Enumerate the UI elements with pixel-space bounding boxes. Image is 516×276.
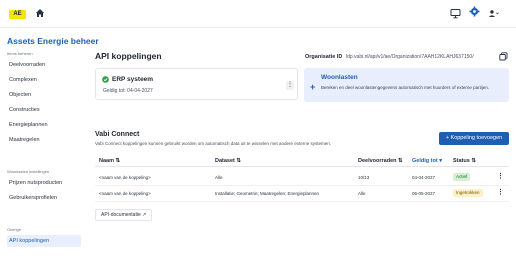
plus-icon: +: [310, 82, 316, 92]
column-header-geldig-tot[interactable]: Geldig tot ▾: [412, 158, 442, 164]
user-icon[interactable]: [488, 8, 499, 19]
sidebar-item-gebruikersprofielen[interactable]: Gebruikersprofielen: [7, 192, 81, 204]
kebab-menu-icon[interactable]: ⋮: [286, 81, 294, 90]
table-row[interactable]: <naam van de koppeling> Alle 10/13 04-04…: [95, 170, 509, 186]
sort-desc-icon: ▾: [439, 158, 442, 164]
cell-deelvoorraden: Alle: [358, 191, 366, 196]
app-title: Assets Energie beheer: [7, 36, 99, 46]
woonlasten-card[interactable]: + Woonlasten Bereken en deel woonlasteng…: [304, 68, 509, 102]
home-icon[interactable]: [35, 8, 45, 18]
cell-dataset: Alle: [215, 175, 223, 180]
copy-icon[interactable]: [499, 52, 508, 61]
sidebar-item-deelvoorraden[interactable]: Deelvoorraden: [7, 59, 81, 71]
api-documentation-link[interactable]: API-documentatie ↗: [95, 209, 153, 221]
organisation-id-value: ldp.vabi.nl/api/v1/ae/Organization/7AAH1…: [346, 54, 474, 60]
table-header: Naam ⇅ Dataset ⇅ Deelvoorraden ⇅ Geldig …: [95, 157, 509, 167]
woonlasten-card-title: Woonlasten: [321, 74, 358, 81]
table-row[interactable]: <naam van de koppeling> Installatie; Geo…: [95, 186, 509, 202]
sidebar-item-energieplannen[interactable]: Energieplannen: [7, 119, 81, 131]
row-menu-icon[interactable]: ⋮: [497, 173, 504, 181]
organisation-id-label: Organisatie ID: [305, 54, 343, 60]
erp-card-valid-until: Geldig tot: 04-04-2027: [103, 88, 153, 94]
sidebar-item-constructies[interactable]: Constructies: [7, 104, 81, 116]
vabi-connect-title: Vabi Connect: [95, 131, 140, 138]
erp-card-title: ERP systeem: [112, 76, 154, 83]
check-circle-icon: [102, 76, 109, 83]
cell-name: <naam van de koppeling>: [99, 191, 151, 196]
cell-dataset: Installatie; Geometrie; Maatregelen; Ene…: [215, 191, 320, 196]
sidebar-item-objecten[interactable]: Objecten: [7, 89, 81, 101]
monitor-icon[interactable]: [450, 8, 461, 19]
woonlasten-card-description: Bereken en deel woonlastengegevens autom…: [321, 85, 490, 90]
sidebar-section-overige: Overige: [7, 227, 22, 232]
top-bar: AE: [0, 0, 516, 28]
sort-icon: ⇅: [115, 158, 121, 164]
column-header-naam[interactable]: Naam ⇅: [99, 158, 120, 164]
cell-valid-until: 04-04-2027: [412, 175, 436, 180]
column-header-deelvoorraden[interactable]: Deelvoorraden ⇅: [358, 158, 403, 164]
sort-icon: ⇅: [471, 158, 476, 164]
row-menu-icon[interactable]: ⋮: [497, 189, 504, 197]
cell-name: <naam van de koppeling>: [99, 175, 151, 180]
app-logo[interactable]: AE: [9, 10, 26, 19]
page-title: API koppelingen: [95, 51, 162, 61]
sidebar-section-woonlasten: Woonlasten instellingen: [7, 169, 50, 174]
vabi-connect-description: Vabi Connect koppelingen kunnen gebruikt…: [95, 141, 332, 146]
sidebar-section-items: Items beheren: [7, 51, 33, 56]
sidebar-item-prijzen-nutsproducten[interactable]: Prijzen nutsproducten: [7, 177, 81, 189]
cell-valid-until: 06-05-2027: [412, 191, 436, 196]
main-content: API koppelingen Organisatie ID ldp.vabi.…: [88, 28, 516, 276]
sort-icon: ⇅: [236, 158, 242, 164]
cell-deelvoorraden: 10/13: [358, 175, 370, 180]
sidebar: Assets Energie beheer Items beheren Deel…: [0, 28, 99, 276]
erp-system-card[interactable]: ERP systeem Geldig tot: 04-04-2027 ⋮: [95, 68, 298, 100]
gear-icon[interactable]: [469, 6, 480, 17]
sidebar-item-api-koppelingen[interactable]: API koppelingen: [7, 235, 81, 247]
column-header-dataset[interactable]: Dataset ⇅: [215, 158, 241, 164]
add-connection-button[interactable]: + Koppeling toevoegen: [439, 132, 509, 145]
sidebar-item-maatregelen[interactable]: Maatregelen: [7, 134, 81, 146]
column-header-status[interactable]: Status ⇅: [453, 158, 476, 164]
status-badge: Ingetrokken: [453, 189, 483, 197]
sidebar-item-complexen[interactable]: Complexen: [7, 74, 81, 86]
status-badge: Actief: [453, 173, 471, 181]
sort-icon: ⇅: [398, 158, 403, 164]
